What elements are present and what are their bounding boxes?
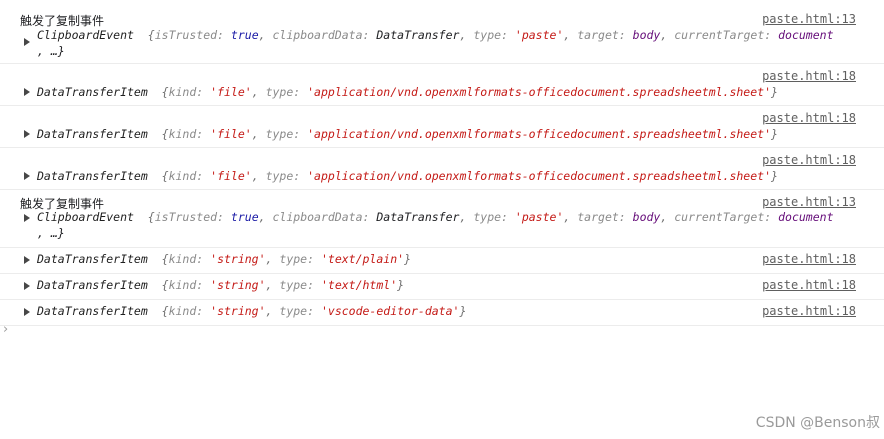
console-item: paste.html:18 DataTransferItem {kind: 'f… xyxy=(0,64,884,106)
clipboard-event-object[interactable]: ClipboardEvent {isTrusted: true, clipboa… xyxy=(37,210,834,224)
console-item: paste.html:18 DataTransferItem {kind: 's… xyxy=(0,300,884,326)
data-transfer-item[interactable]: DataTransferItem {kind: 'file', type: 'a… xyxy=(37,85,778,99)
expand-triangle-icon[interactable] xyxy=(24,256,30,264)
clipboard-event-more: , …} xyxy=(37,226,65,240)
data-transfer-item[interactable]: DataTransferItem {kind: 'string', type: … xyxy=(37,278,404,292)
watermark: CSDN @Benson叔 xyxy=(755,415,880,431)
console-item: paste.html:18 DataTransferItem {kind: 'f… xyxy=(0,148,884,190)
source-link[interactable]: paste.html:18 xyxy=(762,278,856,292)
expand-triangle-icon[interactable] xyxy=(24,308,30,316)
console-item: paste.html:18 DataTransferItem {kind: 'f… xyxy=(0,106,884,148)
expand-triangle-icon[interactable] xyxy=(24,214,30,222)
console-message-group: 触发了复制事件 paste.html:13 ClipboardEvent {is… xyxy=(0,190,884,248)
source-link[interactable]: paste.html:18 xyxy=(762,153,856,167)
source-link[interactable]: paste.html:13 xyxy=(762,12,856,26)
data-transfer-item[interactable]: DataTransferItem {kind: 'string', type: … xyxy=(37,304,466,318)
source-link[interactable]: paste.html:18 xyxy=(762,111,856,125)
expand-triangle-icon[interactable] xyxy=(24,130,30,138)
expand-triangle-icon[interactable] xyxy=(24,38,30,46)
clipboard-event-object[interactable]: ClipboardEvent {isTrusted: true, clipboa… xyxy=(37,28,834,42)
console-message-group: 触发了复制事件 paste.html:13 ClipboardEvent {is… xyxy=(0,0,884,64)
console-panel: 触发了复制事件 paste.html:13 ClipboardEvent {is… xyxy=(0,0,884,326)
log-message: 触发了复制事件 xyxy=(20,14,105,28)
console-item: paste.html:18 DataTransferItem {kind: 's… xyxy=(0,248,884,274)
source-link[interactable]: paste.html:13 xyxy=(762,195,856,209)
expand-triangle-icon[interactable] xyxy=(24,172,30,180)
console-prompt-icon[interactable]: › xyxy=(3,322,8,337)
source-link[interactable]: paste.html:18 xyxy=(762,69,856,83)
data-transfer-item[interactable]: DataTransferItem {kind: 'string', type: … xyxy=(37,252,411,266)
expand-triangle-icon[interactable] xyxy=(24,88,30,96)
data-transfer-item[interactable]: DataTransferItem {kind: 'file', type: 'a… xyxy=(37,127,778,141)
console-item: paste.html:18 DataTransferItem {kind: 's… xyxy=(0,274,884,300)
source-link[interactable]: paste.html:18 xyxy=(762,252,856,266)
data-transfer-item[interactable]: DataTransferItem {kind: 'file', type: 'a… xyxy=(37,169,778,183)
clipboard-event-more: , …} xyxy=(37,44,65,58)
source-link[interactable]: paste.html:18 xyxy=(762,304,856,318)
expand-triangle-icon[interactable] xyxy=(24,282,30,290)
